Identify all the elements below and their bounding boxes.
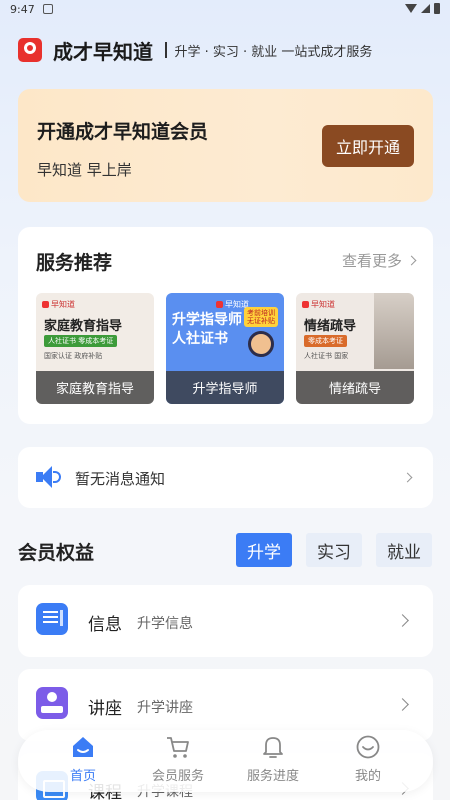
nav-mine[interactable]: 我的 bbox=[324, 730, 412, 792]
wifi-icon bbox=[405, 4, 417, 13]
nav-label: 首页 bbox=[69, 769, 96, 784]
rights-item-desc: 升学信息 bbox=[137, 616, 193, 632]
battery-icon bbox=[434, 3, 440, 14]
member-banner-title: 开通成才早知道会员 bbox=[37, 121, 209, 143]
service-item-emotion-counsel[interactable]: 早知道 情绪疏导 零成本考证 人社证书 国家 情绪疏导 bbox=[296, 293, 414, 404]
service-item-caption: 家庭教育指导 bbox=[36, 371, 154, 404]
newspaper-icon bbox=[36, 603, 68, 635]
service-item-admission-guide[interactable]: 早知道 升学指导师 人社证书 考前培训 无证补贴 升学指导师 bbox=[166, 293, 284, 404]
cart-icon bbox=[167, 737, 189, 758]
speaker-icon bbox=[36, 466, 62, 488]
member-banner[interactable]: 开通成才早知道会员 早知道 早上岸 立即开通 bbox=[18, 89, 433, 202]
poster-title: 情绪疏导 bbox=[304, 319, 357, 334]
app-name: 成才早知道 bbox=[53, 39, 153, 64]
poster-tag: 零成本考证 bbox=[304, 335, 347, 347]
smile-icon bbox=[356, 735, 380, 759]
notice-text: 暂无消息通知 bbox=[75, 470, 166, 488]
chevron-right-icon bbox=[402, 472, 413, 483]
nav-service-progress[interactable]: 服务进度 bbox=[229, 730, 317, 792]
header-divider bbox=[165, 42, 167, 58]
service-poster: 早知道 情绪疏导 零成本考证 人社证书 国家 bbox=[296, 293, 414, 369]
poster-badge: 考前培训 无证补贴 bbox=[244, 307, 278, 327]
signal-icon bbox=[421, 4, 430, 13]
view-more-link[interactable]: 查看更多 bbox=[341, 250, 417, 271]
poster-text: 人社证书 国家 bbox=[304, 352, 349, 360]
notice-bar[interactable]: 暂无消息通知 bbox=[18, 447, 433, 508]
tab-internship[interactable]: 实习 bbox=[306, 533, 362, 567]
service-item-caption: 升学指导师 bbox=[166, 371, 284, 404]
chevron-right-icon bbox=[396, 614, 409, 627]
app-slogan: 升学 · 实习 · 就业 一站式成才服务 bbox=[174, 44, 373, 60]
tab-admission[interactable]: 升学 bbox=[236, 533, 292, 567]
nav-label: 我的 bbox=[354, 769, 381, 784]
bottom-nav: 首页 会员服务 服务进度 我的 bbox=[18, 730, 433, 792]
person-illustration-icon bbox=[248, 331, 274, 357]
open-membership-button[interactable]: 立即开通 bbox=[322, 125, 414, 167]
poster-title: 升学指导师 人社证书 bbox=[172, 312, 242, 347]
poster-title: 家庭教育指导 bbox=[44, 319, 123, 334]
person-photo bbox=[374, 293, 414, 369]
rights-item-name: 信息 bbox=[88, 615, 122, 635]
chevron-right-icon bbox=[406, 255, 417, 266]
status-time: 9:47 bbox=[10, 3, 35, 16]
service-item-family-education[interactable]: 早知道 家庭教育指导 人社证书 零成本考证 国家认证 政府补贴 家庭教育指导 bbox=[36, 293, 154, 404]
rights-item-name: 讲座 bbox=[88, 699, 122, 719]
nav-home[interactable]: 首页 bbox=[39, 730, 127, 792]
tab-employment[interactable]: 就业 bbox=[376, 533, 432, 567]
service-section-title: 服务推荐 bbox=[36, 252, 113, 274]
status-icons bbox=[405, 3, 440, 14]
nav-label: 会员服务 bbox=[151, 769, 204, 784]
nav-member-service[interactable]: 会员服务 bbox=[134, 730, 222, 792]
notification-icon bbox=[43, 4, 53, 14]
rights-item-desc: 升学讲座 bbox=[137, 700, 193, 716]
status-bar: 9:47 bbox=[0, 0, 450, 20]
member-banner-subtitle: 早知道 早上岸 bbox=[37, 161, 132, 179]
app-logo-icon bbox=[18, 38, 42, 62]
lecture-icon bbox=[36, 687, 68, 719]
poster-tag: 人社证书 零成本考证 bbox=[44, 335, 118, 347]
service-item-caption: 情绪疏导 bbox=[296, 371, 414, 404]
chevron-right-icon bbox=[396, 698, 409, 711]
app-header: 成才早知道 升学 · 实习 · 就业 一站式成才服务 bbox=[18, 36, 372, 64]
poster-text: 国家认证 政府补贴 bbox=[44, 352, 103, 360]
rights-item-info[interactable]: 信息 升学信息 bbox=[18, 585, 433, 657]
service-poster: 早知道 升学指导师 人社证书 考前培训 无证补贴 bbox=[166, 293, 284, 369]
bell-icon bbox=[263, 737, 283, 758]
view-more-label: 查看更多 bbox=[341, 252, 402, 270]
nav-label: 服务进度 bbox=[246, 769, 299, 784]
service-recommend-card: 服务推荐 查看更多 早知道 家庭教育指导 人社证书 零成本考证 国家认证 政府补… bbox=[18, 227, 433, 424]
home-icon bbox=[73, 737, 93, 757]
rights-section-title: 会员权益 bbox=[18, 542, 95, 564]
service-poster: 早知道 家庭教育指导 人社证书 零成本考证 国家认证 政府补贴 bbox=[36, 293, 154, 369]
poster-brand: 早知道 bbox=[302, 299, 335, 310]
poster-brand: 早知道 bbox=[42, 299, 75, 310]
